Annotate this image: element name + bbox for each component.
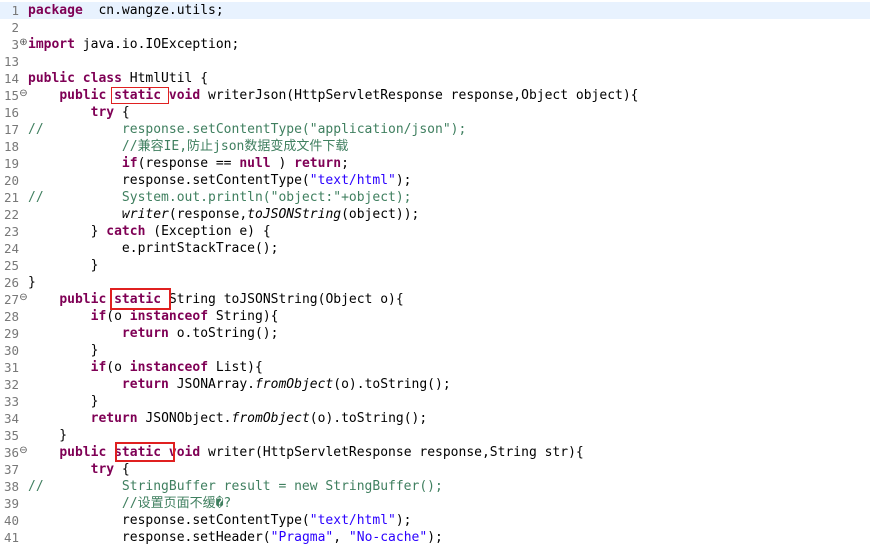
- code-text: import java.io.IOException;: [28, 37, 240, 52]
- line-number: 24: [3, 241, 19, 256]
- code-text: // response.setContentType("application/…: [28, 122, 467, 137]
- code-text: return JSONArray.fromObject(o).toString(…: [121, 377, 451, 392]
- line-number: 40: [3, 513, 19, 528]
- code-line-21[interactable]: 21 // System.out.println("object:"+object…: [0, 189, 870, 206]
- code-text: return JSONObject.fromObject(o).toString…: [90, 411, 428, 426]
- line-number: 20: [3, 173, 19, 188]
- line-number: 41: [3, 530, 19, 545]
- line-number: 37: [3, 462, 19, 477]
- code-text: // StringBuffer result = new StringBuffe…: [28, 479, 443, 494]
- code-text: if(response == null ) return;: [121, 156, 349, 171]
- code-line-38[interactable]: 38 // StringBuffer result = new StringBuf…: [0, 478, 870, 495]
- line-number: 15: [3, 88, 19, 103]
- code-text: //设置页面不缓�?: [121, 496, 232, 511]
- code-line-37[interactable]: 37 try {: [0, 461, 870, 478]
- code-text: writer(response,toJSONString(object));: [121, 207, 420, 222]
- code-line-17[interactable]: 17 // response.setContentType("applicatio…: [0, 121, 870, 138]
- line-number: 28: [3, 309, 19, 324]
- line-number: 18: [3, 139, 19, 154]
- code-text: if(o instanceof List){: [90, 360, 263, 375]
- code-line-26[interactable]: 26}: [0, 274, 870, 291]
- code-text: }: [28, 394, 99, 409]
- code-line-28[interactable]: 28 if(o instanceof String){: [0, 308, 870, 325]
- code-line-14[interactable]: 14 public class HtmlUtil {: [0, 70, 870, 87]
- line-number: 22: [3, 207, 19, 222]
- code-line-3[interactable]: 3 ⊕ import java.io.IOException;: [0, 36, 870, 53]
- code-line-29[interactable]: 29 return o.toString();: [0, 325, 870, 342]
- code-text: }: [28, 343, 99, 358]
- line-number: 33: [3, 394, 19, 409]
- code-text: response.setHeader("Pragma", "No-cache")…: [28, 530, 443, 545]
- line-number: 29: [3, 326, 19, 341]
- code-text: // System.out.println("object:"+object);: [28, 190, 412, 205]
- code-line-2[interactable]: 2: [0, 19, 870, 36]
- code-line-27[interactable]: 27 ⊖ public static String toJSONString(Ob…: [0, 291, 870, 308]
- line-number: 3: [11, 37, 19, 52]
- code-line-23[interactable]: 23 } catch (Exception e) {: [0, 223, 870, 240]
- code-line-40[interactable]: 40 response.setContentType("text/html");: [0, 512, 870, 529]
- line-number: 14: [3, 71, 19, 86]
- code-line-41[interactable]: 41 response.setHeader("Pragma", "No-cach…: [0, 529, 870, 546]
- code-line-39[interactable]: 39 //设置页面不缓�?: [0, 495, 870, 512]
- line-number: 16: [3, 105, 19, 120]
- code-text: public class HtmlUtil {: [28, 71, 209, 86]
- code-line-1[interactable]: 1 package cn.wangze.utils;: [0, 2, 870, 19]
- code-text: package cn.wangze.utils;: [28, 3, 224, 18]
- code-line-19[interactable]: 19 if(response == null ) return;: [0, 155, 870, 172]
- code-line-32[interactable]: 32 return JSONArray.fromObject(o).toStri…: [0, 376, 870, 393]
- code-line-25[interactable]: 25 }: [0, 257, 870, 274]
- code-text: if(o instanceof String){: [90, 309, 279, 324]
- line-number: 17: [3, 122, 19, 137]
- code-line-24[interactable]: 24 e.printStackTrace();: [0, 240, 870, 257]
- line-number: 26: [3, 275, 19, 290]
- code-text: e.printStackTrace();: [28, 241, 279, 256]
- code-line-18[interactable]: 18 //兼容IE,防止json数据变成文件下载: [0, 138, 870, 155]
- code-line-16[interactable]: 16 try {: [0, 104, 870, 121]
- code-text: public static String toJSONString(Object…: [59, 292, 404, 307]
- code-text: response.setContentType("text/html");: [28, 173, 412, 188]
- line-number: 36: [3, 445, 19, 460]
- line-number: 19: [3, 156, 19, 171]
- code-text: public static void writer(HttpServletRes…: [59, 445, 584, 460]
- line-number: 34: [3, 411, 19, 426]
- line-number: 1: [11, 3, 19, 18]
- code-text: public static void writerJson(HttpServle…: [59, 88, 639, 103]
- code-text: }: [28, 275, 36, 290]
- code-line-34[interactable]: 34 return JSONObject.fromObject(o).toStr…: [0, 410, 870, 427]
- line-number: 38: [3, 479, 19, 494]
- line-number: 31: [3, 360, 19, 375]
- line-number: 27: [3, 292, 19, 307]
- code-line-31[interactable]: 31 if(o instanceof List){: [0, 359, 870, 376]
- code-line-30[interactable]: 30 }: [0, 342, 870, 359]
- code-text: } catch (Exception e) {: [28, 224, 271, 239]
- code-text: try {: [90, 105, 130, 120]
- line-number: 35: [3, 428, 19, 443]
- code-text: response.setContentType("text/html");: [28, 513, 412, 528]
- line-number: 23: [3, 224, 19, 239]
- line-number: 2: [11, 20, 19, 35]
- code-line-36[interactable]: 36 ⊖ public static void writer(HttpServle…: [0, 444, 870, 461]
- line-number: 39: [3, 496, 19, 511]
- code-line-22[interactable]: 22 writer(response,toJSONString(object))…: [0, 206, 870, 223]
- code-text: }: [28, 258, 99, 273]
- line-number: 13: [3, 54, 19, 69]
- line-number: 25: [3, 258, 19, 273]
- line-number: 32: [3, 377, 19, 392]
- code-line-13[interactable]: 13: [0, 53, 870, 70]
- code-line-15[interactable]: 15 ⊖ public static void writerJson(HttpSe…: [0, 87, 870, 104]
- code-editor[interactable]: 1 package cn.wangze.utils; 2 3 ⊕ import java.…: [0, 0, 870, 545]
- line-number: 30: [3, 343, 19, 358]
- code-text: return o.toString();: [121, 326, 279, 341]
- code-text: //兼容IE,防止json数据变成文件下载: [121, 139, 349, 154]
- code-line-35[interactable]: 35 }: [0, 427, 870, 444]
- code-line-33[interactable]: 33 }: [0, 393, 870, 410]
- code-text: }: [28, 428, 68, 443]
- line-number: 21: [3, 190, 19, 205]
- code-line-20[interactable]: 20 response.setContentType("text/html");: [0, 172, 870, 189]
- code-text: try {: [90, 462, 130, 477]
